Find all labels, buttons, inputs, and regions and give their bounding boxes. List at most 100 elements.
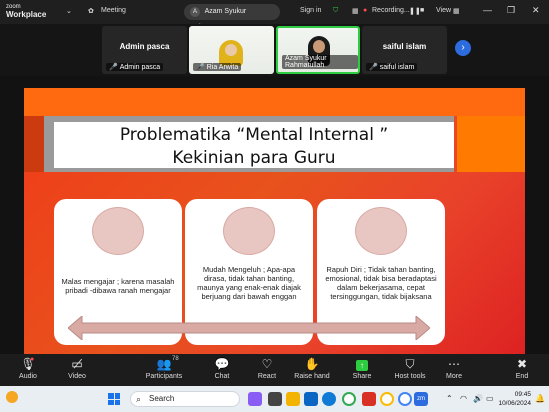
mic-muted-icon: 🎤 [369,64,378,71]
video-off-icon: ▭̸ [71,357,83,371]
slide-title-line2: Kekinian para Guru [172,148,336,168]
chat-label: Chat [214,373,230,380]
notification-icon[interactable]: 🔔 [535,394,545,403]
active-speaker-pill[interactable]: A Azam Syukur Rahmatu ⋯ [184,4,280,31]
react-label: React [257,373,277,380]
chrome-icon-2[interactable] [380,392,394,406]
shared-screen: Problematika “Mental Internal ” Kekinian… [0,76,549,354]
more-icon: ⋯ [448,357,460,371]
more-label: More [446,373,462,380]
video-person-face [225,44,237,56]
chat-button[interactable]: 💬 Chat [199,356,245,382]
chevron-up-icon[interactable]: ⌃ [446,394,453,403]
participants-label: Participants [145,373,183,380]
chrome-icon[interactable] [342,392,356,406]
participant-tile[interactable]: Admin pasca 🎤 Admin pasca [102,26,187,74]
host-tools-button[interactable]: ⛉ Host tools [387,356,433,382]
slide-title-line1: Problematika “Mental Internal ” [119,125,389,145]
restore-icon[interactable]: ❐ [507,5,515,16]
participant-label: Azam Syukur Rahmatullah [282,55,358,69]
battery-icon[interactable]: ▭ [486,394,494,403]
minimize-icon[interactable]: — [483,5,492,15]
grid-icon[interactable]: ▦ [352,7,359,15]
alert-dot-icon: ● [30,356,35,363]
chat-icon: 💬 [214,357,230,371]
task-view-icon[interactable] [268,392,282,406]
raise-hand-label: Raise hand [294,373,330,380]
presentation-slide: Problematika “Mental Internal ” Kekinian… [24,88,525,354]
share-button[interactable]: ↑ Share [339,356,385,382]
participant-video-tile[interactable]: 🎤 Ria Arwita [189,26,274,74]
microphone-muted-icon: 🎙 [20,357,36,371]
card-text: Mudah Mengeluh ; Apa-apa dirasa, tidak t… [197,265,301,301]
participant-strip: Admin pasca 🎤 Admin pasca 🎤 Ria Arwita Aza… [0,24,549,76]
raise-hand-button[interactable]: ✋ Raise hand [289,356,335,382]
video-button[interactable]: ▭̸ Video [54,356,100,382]
folder-icon[interactable] [286,392,300,406]
start-icon[interactable] [108,393,120,405]
shield-icon: ⛉ [405,357,415,371]
slide-top-band [24,88,525,116]
sign-in-link[interactable]: Sign in [300,7,321,14]
participant-label-text: Admin pasca [119,64,161,71]
pause-icon[interactable]: ❚❚ [409,7,421,15]
participant-name: Admin pasca [119,42,170,51]
video-label: Video [68,373,86,380]
app-icon-2[interactable] [362,392,376,406]
stop-icon[interactable]: ■ [420,7,424,14]
zoom-window: zoom Workplace ⌄ ✿ Meeting A Azam Syukur… [0,0,549,412]
react-button[interactable]: ♡ React [244,356,290,382]
heart-icon: ♡ [261,357,273,371]
clock-time: 09:45 [514,391,531,398]
card-text: Malas mengajar ; karena masalah pribadi … [61,277,175,295]
card-circle [355,207,407,255]
meeting-label: Meeting [101,7,126,14]
participants-count: 78 [172,356,179,362]
card-text: Rapuh Diri ; Tidak tahan banting, emosio… [325,265,437,301]
meeting-icon: ✿ [88,8,94,15]
participants-icon: 👥 [156,357,172,371]
participant-label: 🎤 Ria Arwita [193,63,242,71]
slide-right-accent [457,116,525,172]
video-person-face [313,40,325,53]
hand-icon: ✋ [304,357,320,371]
zoom-logo: zoom Workplace [6,3,46,19]
participant-label: 🎤 saiful islam [366,63,418,71]
taskbar-clock[interactable]: 09:45 10/06/2024 [498,390,531,408]
audio-button[interactable]: 🎙 Audio [5,356,51,382]
participant-video-tile-active[interactable]: Azam Syukur Rahmatullah [276,26,360,74]
taskbar-search[interactable]: ⌕ Search [130,391,240,407]
title-bar: zoom Workplace ⌄ ✿ Meeting A Azam Syukur… [0,0,549,31]
clock-date: 10/06/2024 [498,400,531,407]
search-label: Search [149,394,175,403]
next-page-icon[interactable]: › [455,40,471,56]
end-button[interactable]: ✖ End [499,356,545,382]
participant-label-text: Ria Arwita [206,64,239,71]
participant-label-text: Azam Syukur Rahmatullah [285,55,327,69]
grid-view-icon[interactable]: ▦ [453,7,460,15]
weather-icon[interactable] [6,391,18,403]
double-arrow [68,316,430,340]
mic-muted-icon: 🎤 [109,64,118,71]
participant-tile[interactable]: saiful islam 🎤 saiful islam [362,26,447,74]
search-icon: ⌕ [136,394,142,404]
share-label: Share [352,373,372,380]
speaker-icon[interactable]: 🔊 [473,394,483,403]
chrome-icon-3[interactable] [398,392,412,406]
app-icon[interactable] [248,392,262,406]
participant-label-text: saiful islam [379,64,415,71]
participants-button[interactable]: 👥 Participants [139,356,189,382]
participant-name: saiful islam [382,42,427,51]
chevron-down-icon[interactable]: ⌄ [66,7,72,15]
wifi-icon[interactable]: ◠ [460,394,467,403]
more-button[interactable]: ⋯ More [431,356,477,382]
logo-bottom: Workplace [6,10,47,19]
zoom-taskbar-icon[interactable]: zm [414,392,428,406]
close-icon[interactable]: ✕ [532,5,540,16]
edge-icon[interactable] [322,392,336,406]
shield-icon[interactable]: ⛉ [333,7,338,15]
card-circle [223,207,275,255]
store-icon[interactable] [304,392,318,406]
view-button[interactable]: View [436,7,451,14]
audio-label: Audio [19,373,37,380]
